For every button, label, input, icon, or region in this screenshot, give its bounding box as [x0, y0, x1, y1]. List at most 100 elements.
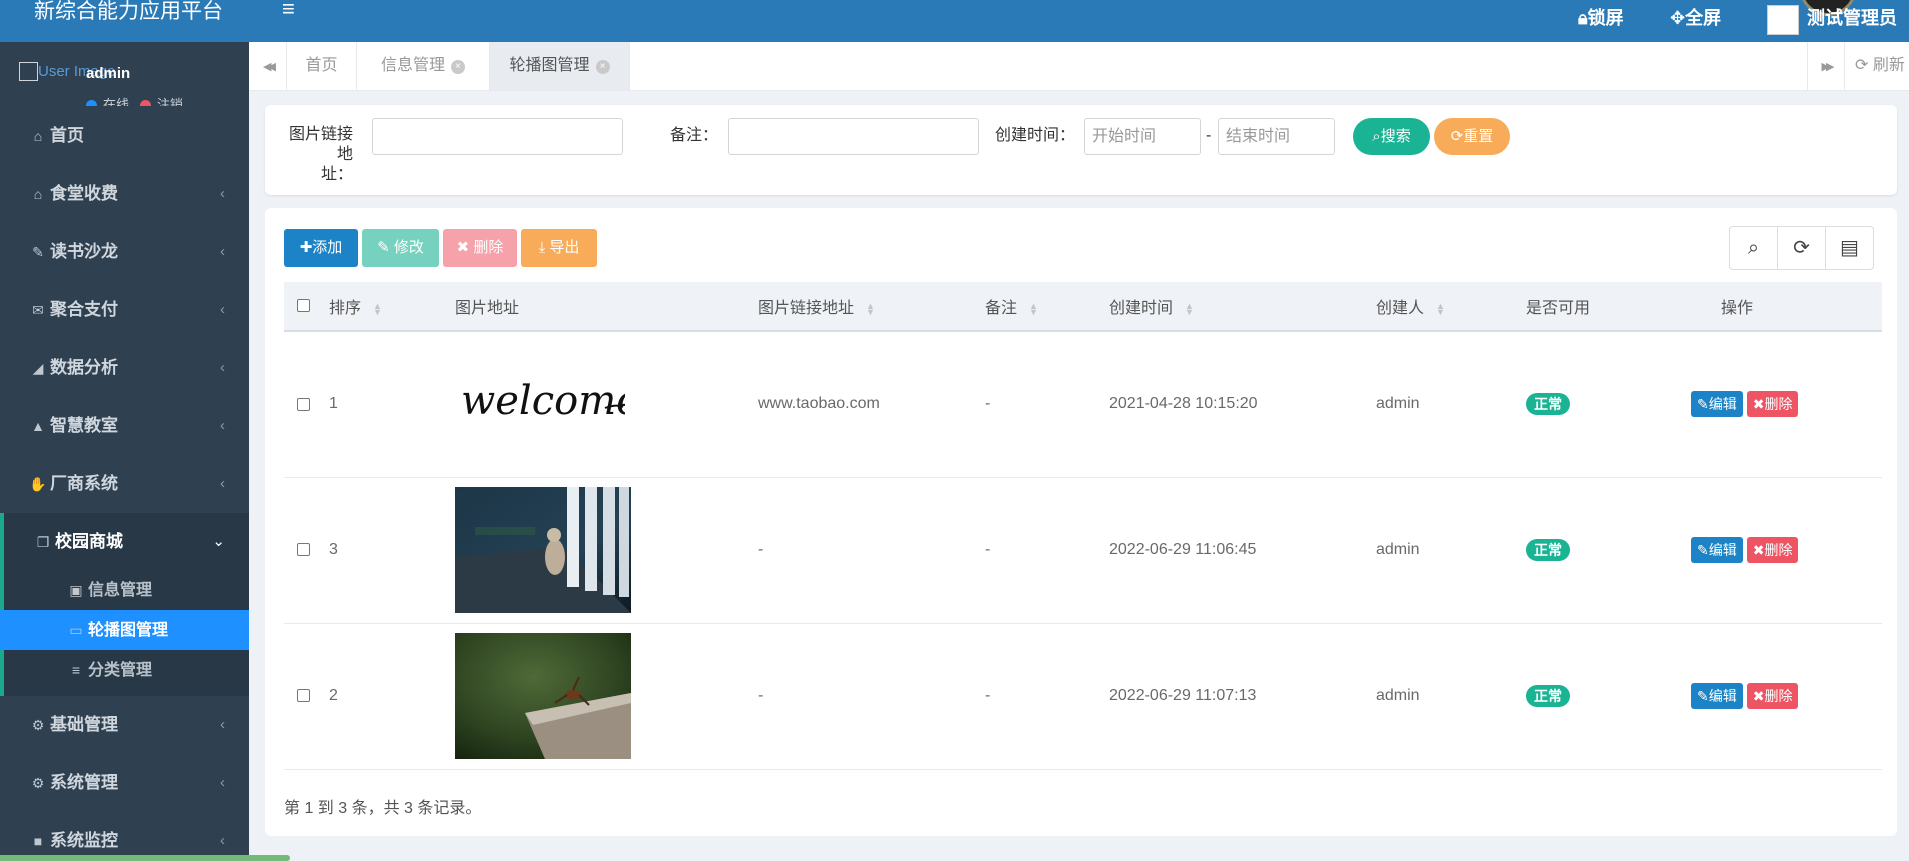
refresh-tab-button[interactable]: ⟳ 刷新	[1855, 42, 1905, 90]
tab-scroll-left-button[interactable]: ◀◀	[249, 42, 287, 90]
sidebar-item-payment[interactable]: ✉ 聚合支付 ‹	[0, 281, 249, 339]
close-icon[interactable]: ×	[451, 60, 465, 74]
hand-icon: ✋	[29, 476, 47, 492]
tab-label: 首页	[305, 57, 338, 74]
add-button[interactable]: ✚添加	[284, 229, 358, 267]
delete-button-label: 删除	[473, 239, 504, 256]
tab-scroll-right-button[interactable]: ▶▶	[1807, 42, 1845, 90]
remark-input[interactable]	[728, 118, 979, 155]
cell-actions: ✎编辑 ✖删除	[1691, 331, 1882, 478]
row-select-cell	[284, 331, 329, 478]
col-sort[interactable]: 排序 ▲ ▼	[329, 282, 455, 332]
col-remark[interactable]: 备注 ▲ ▼	[985, 282, 1109, 332]
sidebar-subitem-info[interactable]: ▣ 信息管理	[4, 570, 249, 610]
sidebar-subitem-label: 轮播图管理	[88, 622, 169, 639]
row-checkbox[interactable]	[297, 689, 310, 703]
sidebar-item-home[interactable]: ⌂ 首页	[0, 107, 249, 165]
forward-icon: ▶▶	[1821, 61, 1835, 73]
cell-remark: -	[985, 623, 1109, 770]
row-edit-button[interactable]: ✎编辑	[1691, 537, 1743, 563]
sidebar-subitem-category[interactable]: ≡ 分类管理	[4, 650, 249, 690]
row-delete-button[interactable]: ✖删除	[1746, 537, 1799, 563]
backward-icon: ◀◀	[263, 61, 276, 73]
edit-button[interactable]: ✎ 修改	[362, 229, 439, 267]
sidebar-item-label: 系统监控	[50, 831, 118, 850]
welcome-image[interactable]: welcome	[455, 372, 640, 432]
edit-icon: ✎	[1697, 396, 1709, 413]
row-delete-label: 删除	[1764, 688, 1793, 704]
col-create-time[interactable]: 创建时间 ▲ ▼	[1109, 282, 1376, 332]
cell-creator: admin	[1376, 477, 1526, 624]
sidebar-item-label: 基础管理	[50, 715, 118, 734]
cat-photo-thumbnail[interactable]	[455, 487, 631, 613]
status-logout[interactable]: 注销	[157, 97, 183, 106]
sidebar-item-mall[interactable]: ❐ 校园商城 ⌄	[4, 513, 249, 570]
user-menu[interactable]: 测试管理员	[1807, 4, 1897, 30]
end-time-input[interactable]: 结束时间	[1218, 118, 1335, 155]
refresh-table-button[interactable]: ⟳	[1777, 226, 1826, 270]
row-delete-label: 删除	[1764, 396, 1793, 413]
add-button-label: 添加	[312, 239, 343, 256]
sidebar-submenu: ▣ 信息管理 ▭ 轮播图管理 ≡ 分类管理	[0, 570, 249, 696]
download-icon: ⤓	[538, 239, 546, 256]
row-checkbox[interactable]	[297, 397, 310, 411]
tab-carousel-manage[interactable]: 轮播图管理 ×	[490, 42, 630, 90]
home-icon: ⌂	[33, 128, 43, 144]
export-button[interactable]: ⤓ 导出	[521, 229, 597, 267]
remove-icon: ✖	[1752, 396, 1765, 413]
cell-remark: -	[985, 477, 1109, 624]
sidebar-item-monitor[interactable]: ■ 系统监控 ‹	[0, 812, 249, 861]
sidebar-subitem-carousel[interactable]: ▭ 轮播图管理	[0, 610, 249, 650]
table-row: 1 welcome www.taobao.com - 2021-04-28 10…	[284, 331, 1882, 478]
create-time-label: 创建时间：	[995, 127, 1076, 144]
search-button[interactable]: ⌕搜索	[1353, 118, 1430, 155]
col-link[interactable]: 图片链接地址 ▲ ▼	[758, 282, 985, 332]
chevron-left-icon: ‹	[220, 716, 225, 733]
columns-button[interactable]: ▤	[1825, 226, 1874, 270]
sidebar-item-vendor[interactable]: ✋ 厂商系统 ‹	[0, 455, 249, 513]
chevron-left-icon: ‹	[220, 185, 225, 202]
refresh-icon: ⟳	[1450, 128, 1464, 145]
sidebar-item-classroom[interactable]: ▲ 智慧教室 ‹	[0, 397, 249, 455]
row-edit-button[interactable]: ✎编辑	[1691, 683, 1743, 709]
sidebar-item-basic[interactable]: ⚙ 基础管理 ‹	[0, 696, 249, 754]
row-delete-button[interactable]: ✖删除	[1746, 683, 1799, 709]
sidebar-item-reading[interactable]: ✎ 读书沙龙 ‹	[0, 223, 249, 281]
menu-toggle-icon[interactable]: ≡	[282, 0, 295, 22]
row-edit-label: 编辑	[1708, 542, 1737, 558]
sidebar-item-analysis[interactable]: ◢ 数据分析 ‹	[0, 339, 249, 397]
sidebar-item-canteen[interactable]: ⌂ 食堂收费 ‹	[0, 165, 249, 223]
tab-home[interactable]: 首页	[287, 42, 357, 90]
refresh-icon: ⟳	[1793, 237, 1810, 259]
link-url-input[interactable]	[372, 118, 623, 155]
tab-info-manage[interactable]: 信息管理 ×	[357, 42, 490, 90]
date-range-dash: -	[1206, 127, 1212, 144]
cell-create-time: 2021-04-28 10:15:20	[1109, 331, 1376, 478]
insect-photo-thumbnail[interactable]	[455, 633, 631, 759]
table-tools: ⌕ ⟳ ▤	[1729, 226, 1874, 270]
start-time-input[interactable]: 开始时间	[1084, 118, 1201, 155]
fullscreen-button[interactable]: ✥全屏	[1670, 4, 1721, 30]
reset-button[interactable]: ⟳重置	[1434, 118, 1510, 155]
search-toggle-button[interactable]: ⌕	[1729, 226, 1778, 270]
user-avatar-small[interactable]	[1767, 5, 1799, 35]
edit-icon: ✎	[377, 239, 390, 256]
column-header: 排序	[329, 300, 362, 317]
row-edit-button[interactable]: ✎编辑	[1691, 391, 1743, 418]
select-all-checkbox[interactable]	[297, 299, 310, 313]
row-delete-button[interactable]: ✖删除	[1746, 391, 1799, 418]
lock-icon: 🔒︎	[1578, 8, 1588, 28]
table-row: 3 - - 2022-06-29 11:06:45 admin 正常 ✎编辑 ✖…	[284, 477, 1882, 624]
col-creator[interactable]: 创建人 ▲ ▼	[1376, 282, 1526, 332]
sidebar-item-label: 首页	[50, 126, 84, 145]
row-checkbox[interactable]	[297, 543, 310, 557]
delete-button[interactable]: ✖ 删除	[443, 229, 517, 267]
chevron-left-icon: ‹	[220, 832, 225, 849]
close-icon[interactable]: ×	[595, 60, 610, 74]
tab-bar: ◀◀ 首页 信息管理 × 轮播图管理 × ▶▶ ⟳ 刷新	[249, 42, 1909, 91]
lock-screen-button[interactable]: 🔒︎锁屏	[1578, 4, 1624, 30]
sidebar-item-system[interactable]: ⚙ 系统管理 ‹	[0, 754, 249, 812]
column-header: 操作	[1721, 300, 1754, 317]
cell-remark: -	[985, 331, 1109, 478]
row-delete-label: 删除	[1764, 542, 1793, 558]
